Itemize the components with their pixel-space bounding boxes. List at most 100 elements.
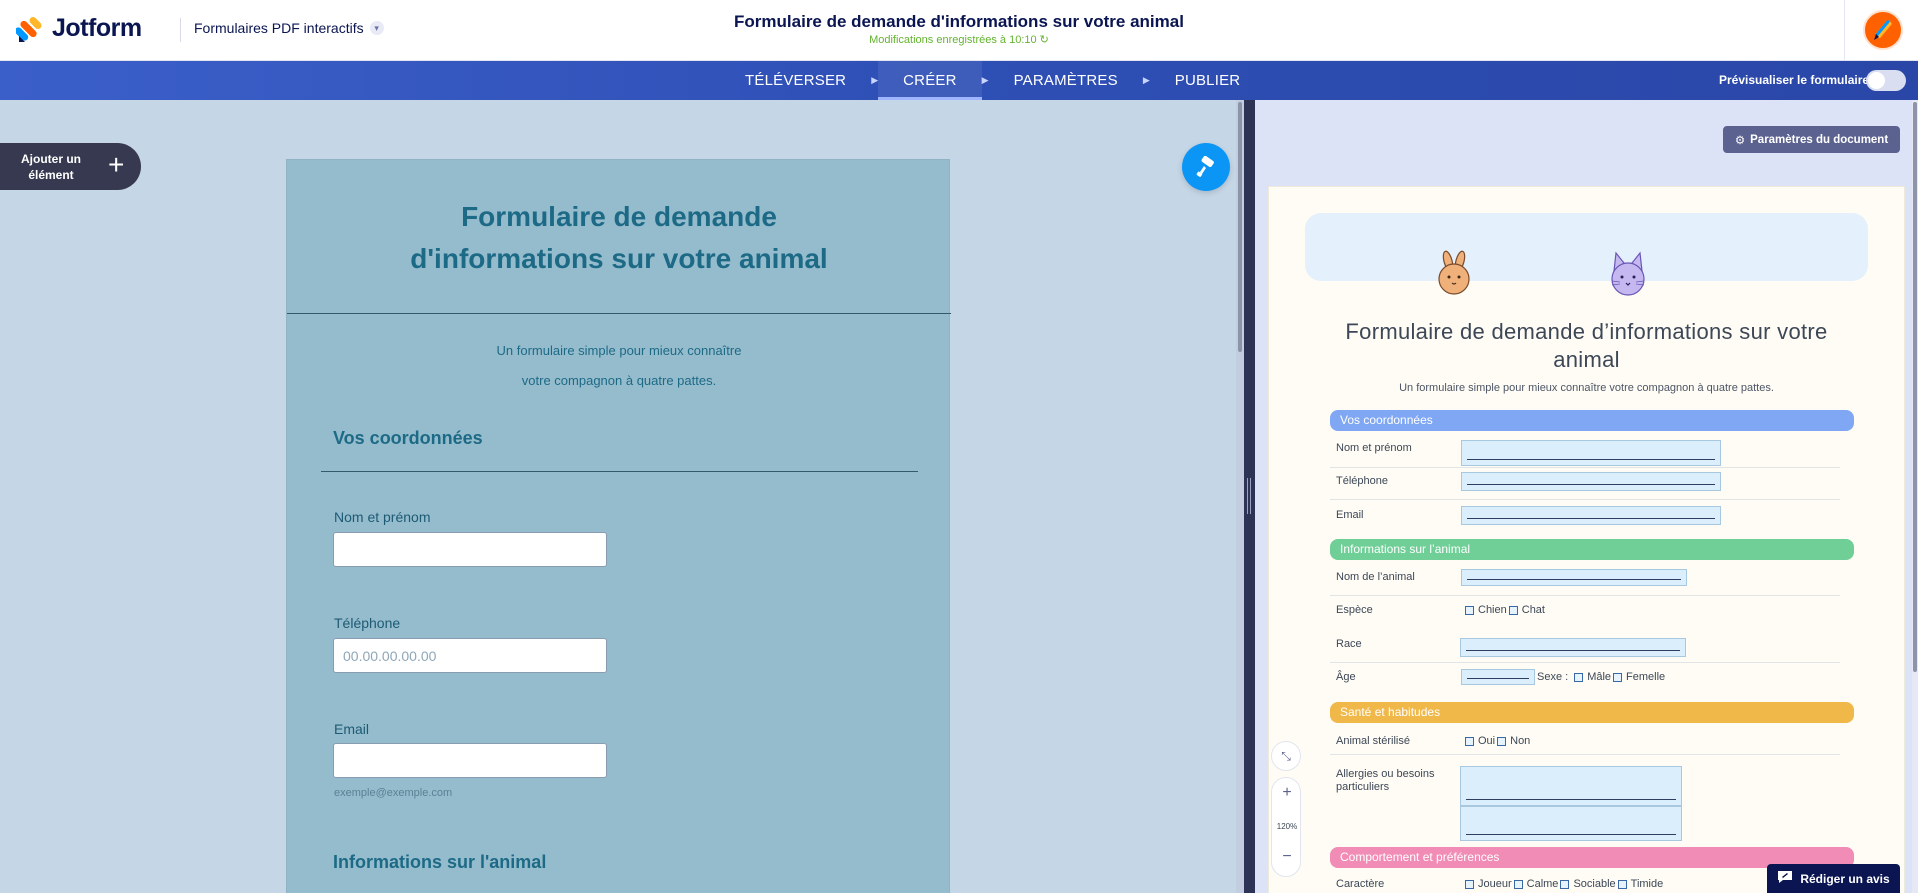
step-arrow-icon: ▶ <box>1142 75 1150 85</box>
feedback-icon <box>1777 870 1793 887</box>
document-settings-label: Paramètres du document <box>1750 133 1889 146</box>
add-element-label: Ajouter un élément <box>21 152 81 182</box>
pdf-label-email: Email <box>1336 509 1364 521</box>
title-divider <box>287 313 951 314</box>
description-line: Un formulaire simple pour mieux connaîtr… <box>496 343 742 358</box>
option-label: Femelle <box>1626 671 1666 683</box>
step-tabs: TÉLÉVERSER ▶ CRÉER ▶ PARAMÈTRES ▶ PUBLIE… <box>720 61 1265 100</box>
pdf-field-pet-name[interactable] <box>1461 569 1687 586</box>
section-divider <box>321 471 918 472</box>
option-label: Calme <box>1526 878 1559 890</box>
checkbox[interactable] <box>1574 672 1584 682</box>
zoom-stack: + 120% − <box>1271 777 1301 877</box>
pdf-section-pet: Informations sur l’animal <box>1330 539 1854 560</box>
option-label: Mâle <box>1587 671 1612 683</box>
pencil-icon <box>1874 20 1892 40</box>
collapse-button[interactable]: ⤡ <box>1271 741 1301 771</box>
pdf-row-divider <box>1330 754 1840 755</box>
save-status: Modifications enregistrées à 10:10 ↻ <box>869 34 1049 46</box>
phone-input[interactable] <box>333 638 607 673</box>
option-label: Joueur <box>1478 878 1512 890</box>
write-review-label: Rédiger un avis <box>1800 871 1890 886</box>
header-divider <box>1844 0 1845 61</box>
email-label: Email <box>334 721 370 737</box>
checkbox[interactable] <box>1617 879 1627 889</box>
option-label: Sociable <box>1573 878 1616 890</box>
pdf-label-allergies: Allergies ou besoins particuliers <box>1336 768 1435 793</box>
zoom-controls: ⤡ + 120% − <box>1271 741 1301 877</box>
pdf-section-contact: Vos coordonnées <box>1330 410 1854 431</box>
write-review-button[interactable]: Rédiger un avis <box>1767 864 1900 893</box>
collapse-icon: ⤡ <box>1281 748 1291 763</box>
toggle-knob <box>1868 72 1885 89</box>
section-heading-pet[interactable]: Informations sur l'animal <box>333 852 546 873</box>
pdf-options-species: Chien Chat <box>1465 604 1545 616</box>
pdf-field-phone[interactable] <box>1461 472 1721 491</box>
document-settings-button[interactable]: ⚙ Paramètres du document <box>1723 126 1900 153</box>
pdf-form-subtitle: Un formulaire simple pour mieux connaîtr… <box>1399 382 1774 394</box>
pdf-label-sterilized: Animal stérilisé <box>1336 735 1410 747</box>
step-arrow-icon: ▶ <box>981 75 989 85</box>
pdf-form-title: Formulaire de demande d’informations sur… <box>1305 318 1868 374</box>
name-label: Nom et prénom <box>334 509 431 525</box>
description-line: votre compagnon à quatre pattes. <box>521 373 717 388</box>
option-label: Chien <box>1478 604 1507 616</box>
avatar[interactable] <box>1863 10 1903 50</box>
pdf-row-divider <box>1330 499 1840 500</box>
checkbox[interactable] <box>1613 672 1623 682</box>
email-sublabel: exemple@exemple.com <box>334 787 453 799</box>
form-description[interactable]: Un formulaire simple pour mieux connaîtr… <box>287 336 951 396</box>
checkbox[interactable] <box>1497 736 1507 746</box>
add-element-button[interactable]: Ajouter un élément + <box>0 143 141 190</box>
pdf-label-phone: Téléphone <box>1336 475 1388 487</box>
pdf-field-age[interactable] <box>1461 669 1535 685</box>
paint-roller-icon <box>1196 156 1214 177</box>
pdf-label-species: Espèce <box>1336 604 1373 616</box>
name-input[interactable] <box>333 532 607 567</box>
section-heading-contact[interactable]: Vos coordonnées <box>333 428 483 449</box>
tab-create[interactable]: CRÉER <box>878 61 982 100</box>
top-header: Jotform Formulaires PDF interactifs ▾ Fo… <box>0 0 1918 61</box>
option-label: Chat <box>1521 604 1545 616</box>
document-title[interactable]: Formulaire de demande d'informations sur… <box>0 12 1918 32</box>
pdf-field-allergies-line2[interactable] <box>1460 806 1682 841</box>
option-label: Non <box>1510 735 1531 747</box>
zoom-out-icon[interactable]: − <box>1272 848 1302 866</box>
pdf-label-character: Caractère <box>1336 878 1385 890</box>
form-designer-button[interactable] <box>1182 143 1230 191</box>
step-arrow-icon: ▶ <box>871 75 879 85</box>
tab-publish[interactable]: PUBLIER <box>1150 61 1266 100</box>
checkbox[interactable] <box>1465 879 1474 889</box>
email-input[interactable] <box>333 743 607 778</box>
zoom-in-icon[interactable]: + <box>1272 784 1302 802</box>
checkbox[interactable] <box>1465 736 1474 746</box>
pdf-field-allergies-line1[interactable] <box>1460 766 1682 806</box>
checkbox[interactable] <box>1513 879 1523 889</box>
pdf-options-sex: Sexe : Mâle Femelle <box>1537 671 1665 683</box>
checkbox[interactable] <box>1465 605 1474 615</box>
checkbox[interactable] <box>1508 605 1518 615</box>
option-label: Timide <box>1630 878 1664 890</box>
tab-settings[interactable]: PARAMÈTRES <box>989 61 1143 100</box>
preview-toggle[interactable] <box>1866 70 1906 91</box>
pdf-field-breed[interactable] <box>1460 638 1686 657</box>
pdf-row-divider <box>1330 467 1840 468</box>
pdf-options-sterilized: Oui Non <box>1465 735 1530 747</box>
pdf-options-character: Joueur Calme Sociable Timide <box>1465 878 1663 890</box>
resize-grip-icon[interactable] <box>1247 478 1251 514</box>
phone-label: Téléphone <box>334 615 401 631</box>
builder-scrollbar-thumb[interactable] <box>1238 102 1242 352</box>
zoom-level: 120% <box>1276 822 1298 831</box>
pdf-field-email[interactable] <box>1461 506 1721 525</box>
pdf-field-name[interactable] <box>1461 440 1721 466</box>
option-label: Oui <box>1478 735 1496 747</box>
form-card: Formulaire de demande d'informations sur… <box>286 159 951 893</box>
builder-navbar: TÉLÉVERSER ▶ CRÉER ▶ PARAMÈTRES ▶ PUBLIE… <box>0 61 1918 100</box>
form-title[interactable]: Formulaire de demande d'informations sur… <box>287 196 951 280</box>
pdf-row-divider <box>1330 662 1840 663</box>
checkbox[interactable] <box>1560 879 1570 889</box>
sex-label: Sexe : <box>1537 671 1569 683</box>
preview-scrollbar-thumb[interactable] <box>1913 102 1917 672</box>
tab-upload[interactable]: TÉLÉVERSER <box>720 61 871 100</box>
pdf-section-health: Santé et habitudes <box>1330 702 1854 723</box>
